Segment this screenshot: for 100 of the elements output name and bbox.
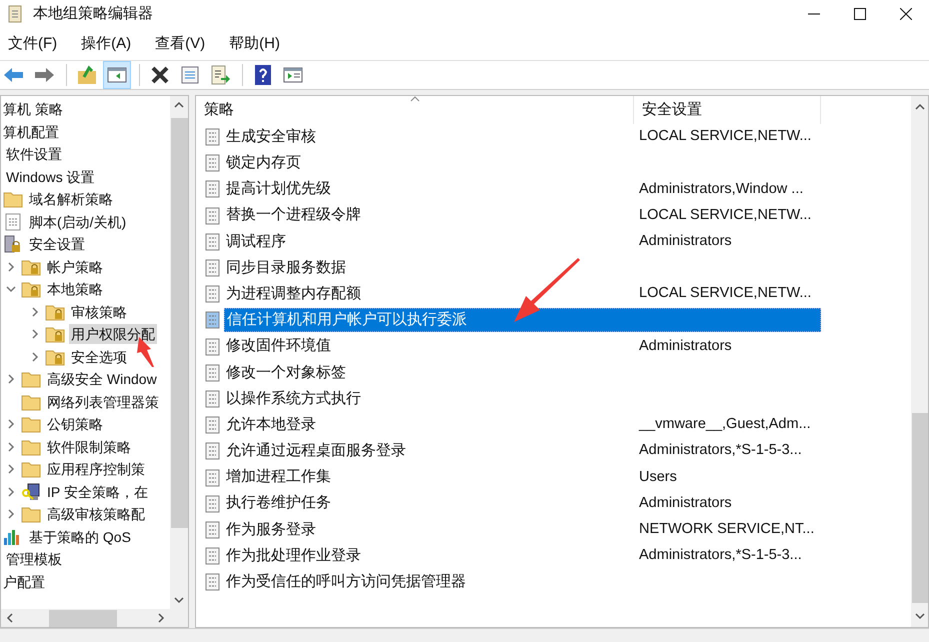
menu-item[interactable]: 文件(F) (2, 32, 64, 56)
tree-item[interactable]: 应用程序控制策 (45, 459, 147, 480)
locked-folder-icon (45, 348, 65, 366)
table-cell-text: LOCAL SERVICE,NETW... (638, 127, 812, 146)
table-cell-text: NETWORK SERVICE,NT... (638, 520, 814, 540)
tree-item[interactable]: 基于策略的 QoS (27, 526, 133, 547)
scroll-up-icon[interactable] (914, 102, 924, 112)
table-cell-text: 信任计算机和用户帐户可以执行委派 (226, 310, 468, 330)
table-row[interactable]: 替换一个进程级令牌 LOCAL SERVICE,NETW... (224, 204, 821, 228)
scroll-up-icon[interactable] (174, 100, 184, 110)
table-row[interactable]: 以操作系统方式执行 (224, 386, 821, 411)
table-cell-text: Administrators,*S-1-5-3... (638, 441, 802, 460)
policy-icon (204, 390, 222, 408)
scroll-left-icon[interactable] (5, 613, 15, 623)
tree-item[interactable]: 高级安全 Window (45, 369, 159, 390)
column-header[interactable]: 策略 (196, 96, 634, 124)
table-row[interactable]: 信任计算机和用户帐户可以执行委派 (224, 308, 821, 332)
tree-item[interactable]: Windows 设置 (4, 166, 97, 187)
tree-item[interactable]: 脚本(启动/关机) (27, 212, 128, 232)
table-cell-text: 允许通过远程桌面服务登录 (225, 441, 407, 462)
table-row[interactable]: 修改一个对象标签 (224, 360, 821, 385)
table-cell-text: 增加进程工作集 (225, 467, 332, 488)
tree-item[interactable]: 公钥策略 (45, 414, 105, 434)
tree-item[interactable]: 用户权限分配 (69, 324, 157, 344)
policy-icon (204, 573, 222, 592)
table-row[interactable]: 调试程序 Administrators (224, 230, 821, 254)
table-cell-text: 为进程调整内存配额 (225, 284, 362, 304)
tree-item[interactable]: 软件设置 (4, 144, 64, 164)
menu-item[interactable]: 操作(A) (75, 32, 138, 56)
table-row[interactable]: 修改固件环境值 Administrators (224, 334, 821, 359)
computer-key-icon (21, 482, 41, 501)
menu-item[interactable]: 帮助(H) (223, 32, 286, 56)
scroll-down-icon[interactable] (914, 611, 924, 621)
table-cell-text: 同步目录服务数据 (225, 258, 347, 278)
policy-icon (204, 520, 222, 539)
table-row[interactable]: 提高计划优先级 Administrators,Window ... (224, 177, 821, 202)
table-cell-text: Administrators (638, 494, 732, 513)
vertical-scrollbar[interactable] (170, 96, 188, 609)
table-row[interactable]: 为进程调整内存配额 LOCAL SERVICE,NETW... (224, 282, 821, 306)
tree-item[interactable]: 域名解析策略 (27, 189, 115, 210)
scroll-thumb[interactable] (912, 413, 928, 603)
menu-item[interactable]: 查看(V) (149, 32, 212, 56)
locked-folder-icon (21, 258, 41, 276)
scroll-right-icon[interactable] (156, 613, 166, 623)
tree-item[interactable]: 审核策略 (69, 302, 129, 322)
table-row[interactable]: 作为批处理作业登录 Administrators,*S-1-5-3... (224, 544, 821, 568)
table-row[interactable]: 同步目录服务数据 (224, 256, 821, 280)
tree-item[interactable]: 安全设置 (27, 234, 87, 254)
tree-item[interactable]: 高级审核策略配 (45, 504, 147, 524)
tree-item[interactable]: 帐户策略 (45, 256, 105, 277)
table-row[interactable]: 执行卷维护任务 Administrators (224, 492, 821, 516)
tree-item[interactable]: 算机 策略 (1, 99, 65, 120)
tree-item[interactable]: 网络列表管理器策 (45, 392, 161, 412)
table-row[interactable]: 允许本地登录 __vmware__,Guest,Adm... (224, 413, 821, 438)
policy-icon (204, 494, 222, 513)
toolbar-button[interactable] (103, 61, 131, 89)
table-row[interactable]: 锁定内存页 (224, 151, 821, 176)
table-cell-text: 作为服务登录 (225, 520, 317, 540)
table-cell-text: 作为批处理作业登录 (225, 546, 362, 566)
locked-folder-icon (45, 302, 65, 321)
tree-item[interactable]: 算机配置 (1, 122, 61, 142)
tree-item[interactable]: 管理模板 (4, 549, 64, 570)
table-cell-text: LOCAL SERVICE,NETW... (638, 206, 812, 225)
tree-item[interactable]: 本地策略 (45, 279, 105, 300)
scroll-thumb[interactable] (170, 118, 188, 528)
close-icon (900, 8, 912, 20)
horizontal-scrollbar[interactable] (1, 609, 188, 627)
vertical-scrollbar[interactable] (911, 96, 928, 627)
window-title: 本地组策略编辑器 (33, 4, 153, 24)
policy-icon (204, 338, 222, 356)
table-cell-text: 修改一个对象标签 (225, 362, 347, 383)
export-list-icon (209, 64, 231, 86)
scroll-down-icon[interactable] (174, 595, 184, 605)
table-cell-text: __vmware__,Guest,Adm... (638, 415, 811, 434)
tree-item[interactable]: 软件限制策略 (45, 436, 133, 457)
locked-folder-icon (21, 280, 41, 298)
folder-icon (21, 438, 41, 456)
server-lock-icon (3, 235, 23, 254)
policy-icon (204, 259, 222, 278)
maximize-icon (854, 8, 866, 20)
tree-item[interactable]: IP 安全策略，在 (45, 482, 150, 502)
table-cell-text: LOCAL SERVICE,NETW... (638, 284, 812, 304)
column-header[interactable]: 安全设置 (634, 96, 821, 124)
policy-icon (204, 442, 222, 460)
tree-item[interactable]: 户配置 (1, 572, 47, 592)
folder-icon (21, 505, 41, 524)
table-row[interactable]: 作为服务登录 NETWORK SERVICE,NT... (224, 518, 821, 542)
folder-icon (21, 392, 41, 411)
folder-icon (3, 190, 23, 208)
folder-icon (21, 415, 41, 434)
scroll-thumb[interactable] (49, 610, 117, 626)
table-cell-text: 修改固件环境值 (225, 336, 332, 356)
table-row[interactable]: 增加进程工作集 Users (224, 466, 821, 490)
tree-item[interactable]: 安全选项 (69, 346, 129, 367)
policy-icon (204, 416, 222, 434)
table-row[interactable]: 生成安全审核 LOCAL SERVICE,NETW... (224, 125, 821, 150)
policy-icon (204, 547, 222, 566)
table-row[interactable]: 作为受信任的呼叫方访问凭据管理器 (224, 570, 821, 594)
policy-icon (204, 311, 222, 330)
table-row[interactable]: 允许通过远程桌面服务登录 Administrators,*S-1-5-3... (224, 439, 821, 464)
